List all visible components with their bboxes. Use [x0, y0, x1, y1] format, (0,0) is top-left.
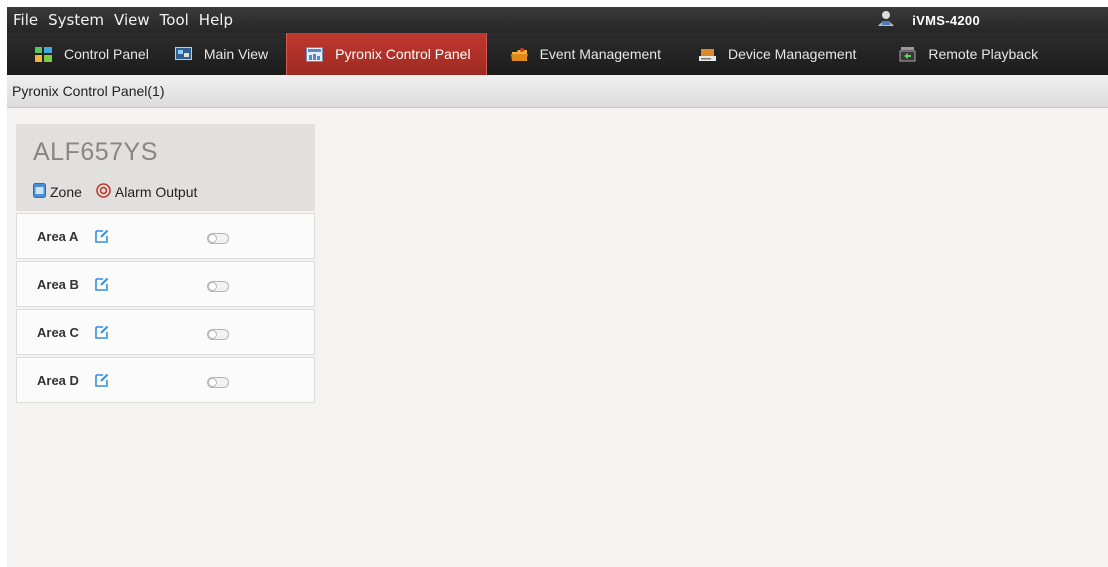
app-brand: iVMS-4200 [876, 7, 980, 33]
app-title: iVMS-4200 [912, 12, 980, 28]
toggle-switch[interactable] [207, 231, 229, 244]
tab-device-management[interactable]: Device Management [671, 33, 866, 75]
legend: Zone Alarm Output [33, 183, 315, 201]
folder-icon [510, 47, 528, 62]
tab-event-management[interactable]: Event Management [487, 33, 671, 75]
tab-label: Event Management [539, 46, 661, 62]
edit-icon[interactable] [95, 325, 109, 339]
device-icon [698, 47, 716, 62]
grid-icon [35, 46, 52, 62]
panel-icon [306, 46, 324, 62]
page-title-bar: Pyronix Control Panel(1) [7, 75, 1108, 108]
area-label: Area B [37, 276, 79, 292]
tab-label: Device Management [727, 46, 857, 62]
zone-label: Zone [50, 184, 82, 200]
toggle-switch[interactable] [207, 327, 229, 340]
toggle-switch[interactable] [207, 375, 229, 388]
monitor-icon [174, 46, 192, 62]
menu-help[interactable]: Help [194, 7, 238, 33]
zone-legend-item[interactable]: Zone [33, 183, 82, 201]
area-label: Area A [37, 228, 79, 244]
area-row-a: Area A [16, 213, 315, 259]
tab-pyronix-control-panel[interactable]: Pyronix Control Panel [286, 33, 487, 75]
playback-icon [899, 46, 916, 62]
menu-system[interactable]: System [43, 7, 109, 33]
user-icon[interactable] [876, 9, 896, 32]
page-title: Pyronix Control Panel(1) [12, 83, 165, 99]
control-panel-card: ALF657YS Zone Alarm Output Area A Area B… [16, 124, 315, 405]
device-name: ALF657YS [33, 138, 158, 166]
edit-icon[interactable] [95, 229, 109, 243]
area-label: Area D [37, 372, 79, 388]
edit-icon[interactable] [95, 373, 109, 387]
panel-header: ALF657YS Zone Alarm Output [16, 124, 315, 211]
area-label: Area C [37, 324, 79, 340]
tab-label: Control Panel [64, 46, 149, 62]
menu-tool[interactable]: Tool [155, 7, 194, 33]
tab-control-panel[interactable]: Control Panel [7, 33, 159, 75]
menu-view[interactable]: View [109, 7, 155, 33]
tab-label: Remote Playback [928, 46, 1039, 62]
tab-label: Main View [203, 46, 269, 62]
module-tab-bar: Control Panel Main View Pyronix Control … [7, 33, 1108, 75]
toggle-switch[interactable] [207, 279, 229, 292]
menu-file[interactable]: File [7, 7, 43, 33]
tab-label: Pyronix Control Panel [335, 46, 471, 62]
main-content: ALF657YS Zone Alarm Output Area A Area B… [7, 108, 1108, 567]
zone-icon [33, 183, 46, 201]
area-row-c: Area C [16, 309, 315, 355]
menu-bar: File System View Tool Help iVMS-4200 [7, 7, 1108, 33]
area-row-b: Area B [16, 261, 315, 307]
alarm-output-icon [96, 183, 111, 201]
alarm-output-label: Alarm Output [114, 184, 198, 200]
alarm-output-legend-item[interactable]: Alarm Output [96, 183, 197, 201]
edit-icon[interactable] [95, 277, 109, 291]
area-row-d: Area D [16, 357, 315, 403]
tab-remote-playback[interactable]: Remote Playback [866, 33, 1048, 75]
tab-main-view[interactable]: Main View [159, 33, 278, 75]
